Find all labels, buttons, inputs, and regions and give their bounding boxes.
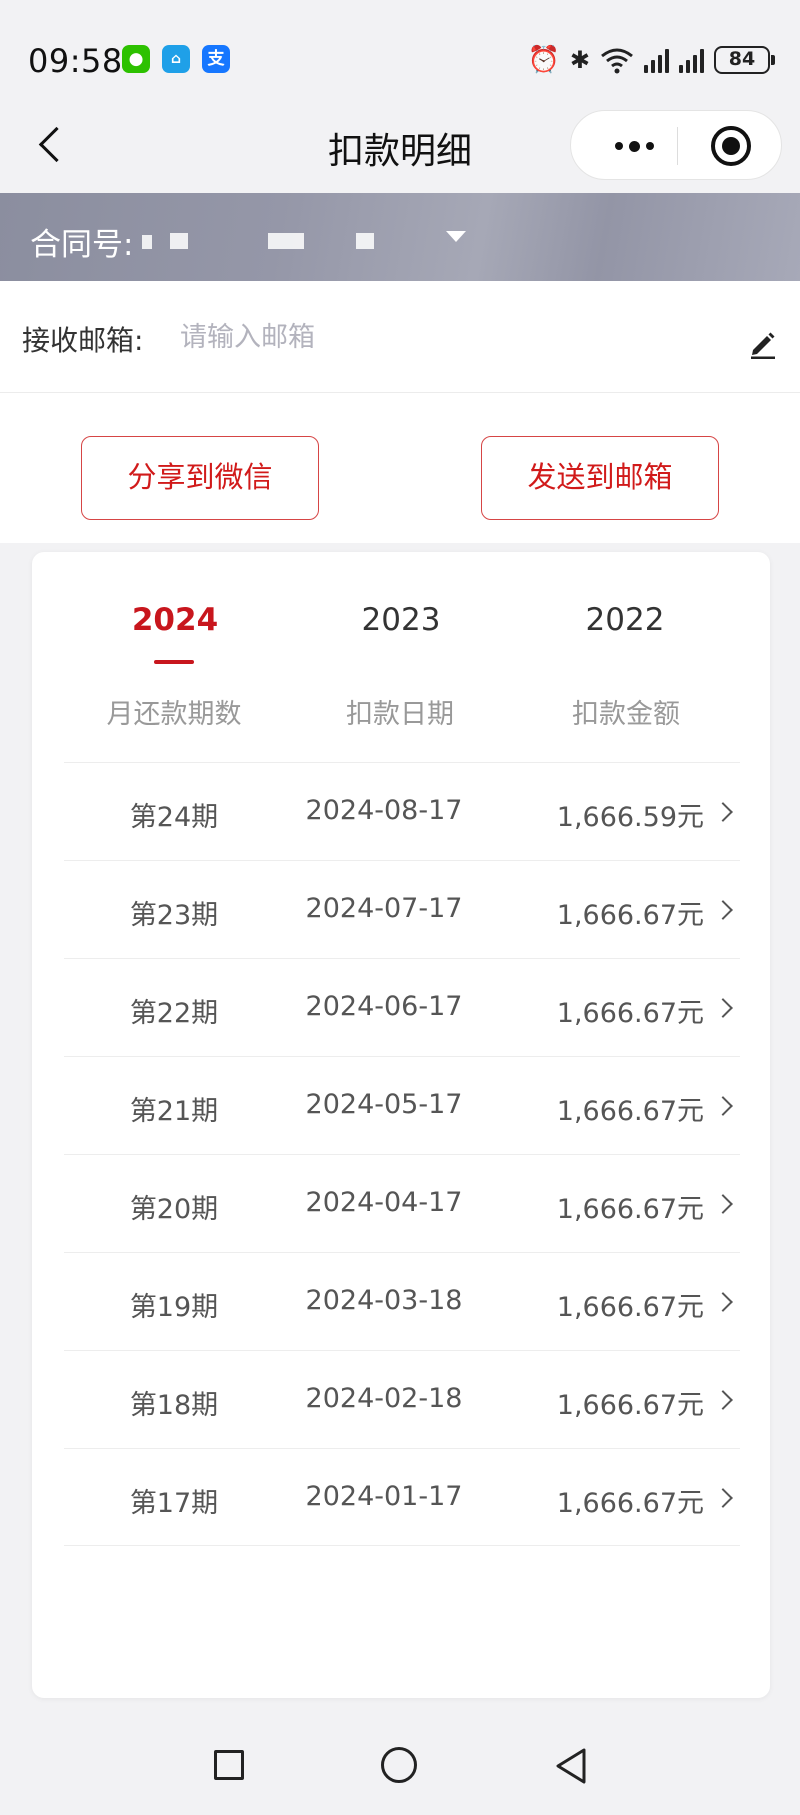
active-tab-indicator: [154, 660, 194, 664]
alipay-icon: 支: [202, 45, 230, 73]
row-period: 第22期: [129, 998, 219, 1029]
table-row[interactable]: 第21期 2024-05-17 1,666.67元: [64, 1056, 740, 1154]
chevron-right-icon: [713, 1292, 733, 1312]
row-date: 2024-02-18: [305, 1383, 463, 1414]
table-row[interactable]: 第17期 2024-01-17 1,666.67元: [64, 1448, 740, 1546]
wifi-icon: [601, 48, 633, 74]
status-time: 09:58: [28, 42, 123, 80]
contract-selector[interactable]: 合同号:: [0, 193, 800, 281]
redacted-contract-number: [356, 233, 374, 249]
send-email-button[interactable]: 发送到邮箱: [481, 436, 719, 520]
row-date: 2024-03-18: [305, 1285, 463, 1316]
tab-2023[interactable]: 2023: [326, 602, 476, 638]
more-icon[interactable]: [601, 129, 667, 163]
capsule-divider: [677, 127, 678, 165]
row-period: 第20期: [129, 1194, 219, 1225]
chevron-right-icon: [713, 1096, 733, 1116]
share-wechat-button[interactable]: 分享到微信: [81, 436, 319, 520]
row-amount: 1,666.59元: [556, 802, 704, 833]
contract-label: 合同号:: [30, 227, 134, 263]
table-row[interactable]: 第18期 2024-02-18 1,666.67元: [64, 1350, 740, 1448]
home-circle-icon[interactable]: [381, 1747, 417, 1783]
signal-icon: [644, 47, 669, 73]
table-row[interactable]: 第22期 2024-06-17 1,666.67元: [64, 958, 740, 1056]
chevron-right-icon: [713, 1390, 733, 1410]
battery-icon: 84: [714, 46, 775, 74]
row-amount: 1,666.67元: [556, 998, 704, 1029]
row-amount: 1,666.67元: [556, 1390, 704, 1421]
column-header-amount: 扣款金额: [572, 699, 680, 730]
row-period: 第21期: [129, 1096, 219, 1127]
tab-2024[interactable]: 2024: [100, 602, 250, 638]
chevron-right-icon: [713, 998, 733, 1018]
dropdown-caret-icon[interactable]: [446, 231, 466, 242]
home-icon: ⌂: [162, 45, 190, 73]
redacted-contract-number: [170, 233, 188, 249]
redacted-contract-number: [142, 235, 152, 249]
chevron-right-icon: [713, 1488, 733, 1508]
table-row[interactable]: 第24期 2024-08-17 1,666.59元: [64, 762, 740, 860]
action-area: 分享到微信 发送到邮箱: [0, 393, 800, 543]
close-mini-program-icon[interactable]: [711, 126, 751, 166]
chevron-right-icon: [713, 1194, 733, 1214]
row-period: 第23期: [129, 900, 219, 931]
redacted-contract-number: [268, 233, 304, 249]
edit-pencil-icon[interactable]: [748, 329, 778, 359]
recents-square-icon[interactable]: [214, 1750, 244, 1780]
email-row: 接收邮箱:: [0, 281, 800, 393]
bluetooth-icon: ✱: [569, 46, 590, 74]
chevron-right-icon: [713, 900, 733, 920]
table-row[interactable]: 第19期 2024-03-18 1,666.67元: [64, 1252, 740, 1350]
row-period: 第17期: [129, 1488, 219, 1519]
alarm-icon: ⏰: [527, 45, 560, 75]
row-date: 2024-07-17: [305, 893, 463, 924]
mini-program-capsule: [570, 110, 782, 180]
signal-icon-2: [679, 47, 704, 73]
row-amount: 1,666.67元: [556, 1096, 704, 1127]
table-row[interactable]: 第23期 2024-07-17 1,666.67元: [64, 860, 740, 958]
tab-2022[interactable]: 2022: [550, 602, 700, 638]
row-amount: 1,666.67元: [556, 1488, 704, 1519]
column-header-date: 扣款日期: [346, 699, 454, 730]
wechat-icon: ●: [122, 45, 150, 73]
back-triangle-icon[interactable]: [552, 1746, 590, 1786]
deduction-list: 第24期 2024-08-17 1,666.59元 第23期 2024-07-1…: [64, 762, 740, 1546]
row-period: 第18期: [129, 1390, 219, 1421]
email-input[interactable]: [180, 317, 580, 357]
chevron-right-icon: [713, 802, 733, 822]
row-period: 第19期: [129, 1292, 219, 1323]
deduction-card: 2024 2023 2022 月还款期数 扣款日期 扣款金额 第24期 2024…: [32, 552, 770, 1698]
email-label: 接收邮箱:: [22, 324, 144, 357]
nav-bar: 扣款明细: [0, 100, 800, 192]
column-header-period: 月还款期数: [106, 699, 242, 730]
row-date: 2024-04-17: [305, 1187, 463, 1218]
row-amount: 1,666.67元: [556, 1292, 704, 1323]
row-amount: 1,666.67元: [556, 900, 704, 931]
row-period: 第24期: [129, 802, 219, 833]
row-date: 2024-05-17: [305, 1089, 463, 1120]
system-navigation-bar: [0, 1728, 800, 1815]
row-date: 2024-06-17: [305, 991, 463, 1022]
table-row[interactable]: 第20期 2024-04-17 1,666.67元: [64, 1154, 740, 1252]
row-date: 2024-01-17: [305, 1481, 463, 1512]
row-amount: 1,666.67元: [556, 1194, 704, 1225]
row-date: 2024-08-17: [305, 795, 463, 826]
